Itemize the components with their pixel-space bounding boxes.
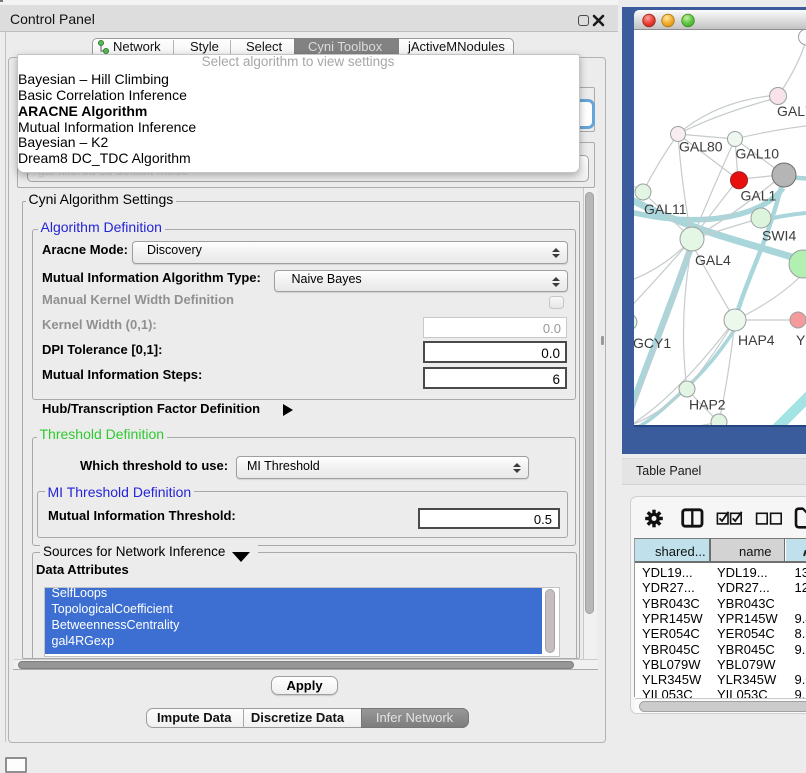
svg-text:HAP2: HAP2 bbox=[689, 397, 726, 413]
svg-text:HAP4: HAP4 bbox=[738, 332, 775, 348]
svg-text:GAL10: GAL10 bbox=[736, 146, 780, 162]
svg-text:GCY1: GCY1 bbox=[634, 335, 671, 351]
svg-text:GAL11: GAL11 bbox=[644, 201, 687, 217]
svg-text:GAL7: GAL7 bbox=[777, 103, 806, 119]
svg-text:SWI4: SWI4 bbox=[762, 228, 796, 244]
svg-text:GAL80: GAL80 bbox=[679, 139, 723, 155]
svg-text:Y: Y bbox=[796, 332, 806, 348]
svg-text:GAL4: GAL4 bbox=[695, 252, 731, 268]
svg-text:GAL1: GAL1 bbox=[741, 188, 777, 204]
